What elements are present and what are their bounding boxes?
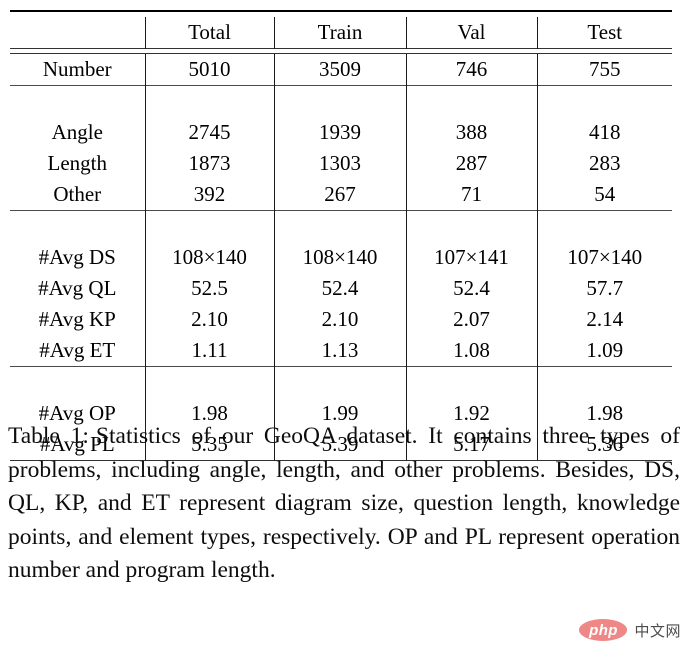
row-label: Angle xyxy=(10,117,146,148)
cell-total: 52.5 xyxy=(145,273,275,304)
row-label: Other xyxy=(10,179,146,211)
column-header-total: Total xyxy=(145,17,275,49)
cell-test: 107×140 xyxy=(567,245,643,269)
row-label: #Avg QL xyxy=(10,273,146,304)
cell-val: 287 xyxy=(406,148,538,179)
table-row: #Avg QL 52.5 52.4 52.4 57.7 xyxy=(10,273,672,304)
cell-train: 2.10 xyxy=(274,304,407,335)
cell-val: 2.07 xyxy=(406,304,538,335)
table-row: #Avg ET 1.11 1.13 1.08 1.09 xyxy=(10,335,672,367)
cell-test: 283 xyxy=(589,151,621,175)
watermark: php 中文网 xyxy=(579,619,681,641)
cell-total: 1.11 xyxy=(145,335,275,367)
table-row: Angle 2745 1939 388 418 xyxy=(10,117,672,148)
table-body: Total Train Val Test Number 5010 3509 74… xyxy=(10,10,672,461)
rule-after-averages-a xyxy=(10,366,672,398)
cell-train: 267 xyxy=(274,179,407,211)
cell-train: 108×140 xyxy=(274,242,407,273)
cell-test: 54 xyxy=(594,182,616,206)
geoqa-statistics-table: Total Train Val Test Number 5010 3509 74… xyxy=(10,10,672,461)
row-label: #Avg ET xyxy=(10,335,146,367)
cell-train: 3509 xyxy=(274,53,407,86)
table-row: Length 1873 1303 287 283 xyxy=(10,148,672,179)
column-header-corner xyxy=(10,17,146,49)
cell-train: 1.13 xyxy=(274,335,407,367)
cell-total: 1873 xyxy=(145,148,275,179)
caption-text: Statistics of our GeoQA dataset. It cont… xyxy=(8,423,681,583)
cell-val: 388 xyxy=(406,117,538,148)
column-header-val: Val xyxy=(406,17,538,49)
row-label: Length xyxy=(10,148,146,179)
watermark-side-text: 中文网 xyxy=(634,621,681,640)
table-row: Number 5010 3509 746 755 xyxy=(10,53,672,86)
cell-val: 1.08 xyxy=(406,335,538,367)
table-row: #Avg KP 2.10 2.10 2.07 2.14 xyxy=(10,304,672,335)
rule-after-number xyxy=(10,85,672,117)
cell-total: 392 xyxy=(145,179,275,211)
cell-test: 418 xyxy=(589,120,621,144)
cell-test: 755 xyxy=(589,57,621,81)
table-caption: Table 1: Statistics of our GeoQA dataset.… xyxy=(8,420,680,588)
cell-test: 57.7 xyxy=(586,276,624,300)
cell-val: 107×141 xyxy=(406,242,538,273)
column-header-train: Train xyxy=(274,17,407,49)
php-logo-icon: php xyxy=(579,619,628,641)
row-label: #Avg DS xyxy=(10,242,146,273)
cell-total: 2.10 xyxy=(145,304,275,335)
table-header-row: Total Train Val Test xyxy=(10,17,672,49)
caption-label: Table 1: xyxy=(8,423,89,449)
cell-train: 1303 xyxy=(274,148,407,179)
row-label: #Avg KP xyxy=(10,304,146,335)
cell-total: 5010 xyxy=(145,53,275,86)
table-row: #Avg DS 108×140 108×140 107×141 107×140 xyxy=(10,242,672,273)
cell-total: 2745 xyxy=(145,117,275,148)
cell-val: 746 xyxy=(406,53,538,86)
cell-test: 2.14 xyxy=(586,307,624,331)
table-row: Other 392 267 71 54 xyxy=(10,179,672,211)
cell-train: 52.4 xyxy=(274,273,407,304)
statistics-table-container: Total Train Val Test Number 5010 3509 74… xyxy=(10,10,672,461)
cell-val: 52.4 xyxy=(406,273,538,304)
rule-after-types xyxy=(10,210,672,242)
cell-test: 1.09 xyxy=(586,338,624,362)
cell-train: 1939 xyxy=(274,117,407,148)
row-label: Number xyxy=(10,53,146,86)
column-header-test: Test xyxy=(587,20,623,44)
cell-total: 108×140 xyxy=(145,242,275,273)
cell-val: 71 xyxy=(406,179,538,211)
